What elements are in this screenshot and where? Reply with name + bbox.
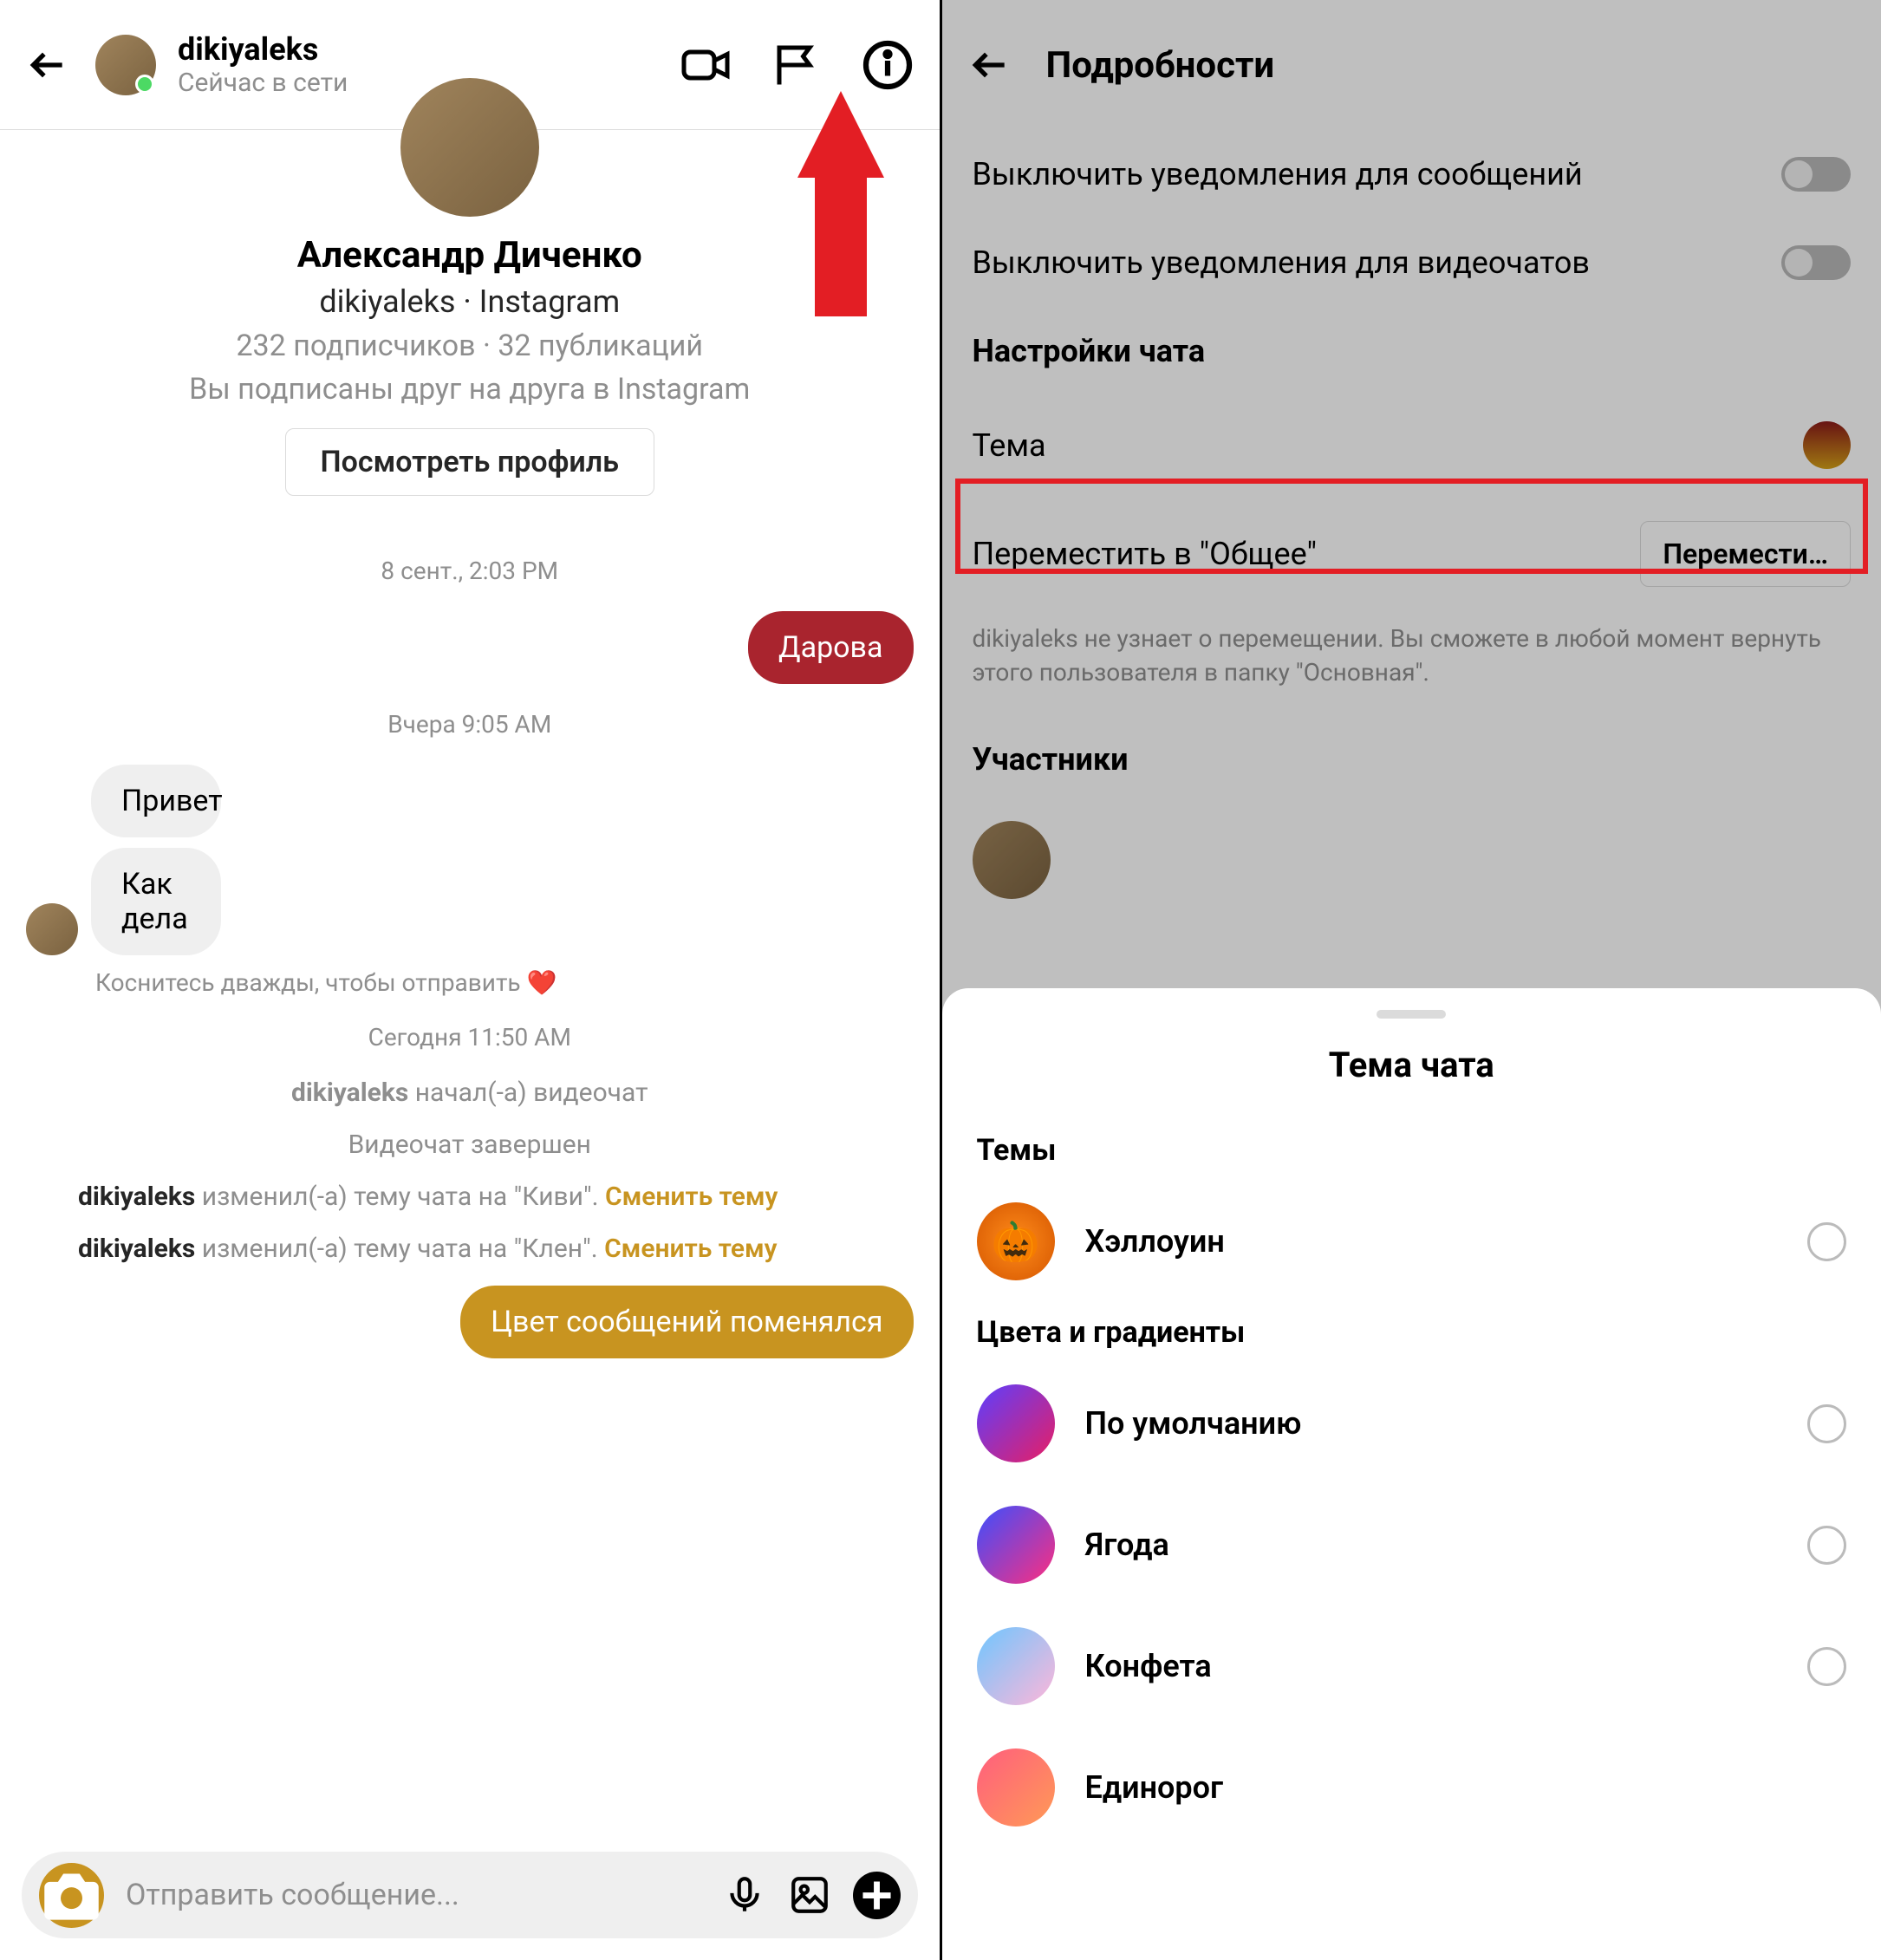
info-icon[interactable]: [862, 39, 914, 91]
sheet-title: Тема чата: [942, 1045, 1881, 1085]
theme-option-unicorn[interactable]: Единорог: [942, 1727, 1881, 1848]
header-actions: [680, 39, 914, 91]
theme-option-label: Ягода: [1085, 1527, 1778, 1563]
received-message[interactable]: Привет: [91, 765, 221, 837]
online-indicator-icon: [135, 75, 154, 94]
details-pane: Подробности Выключить уведомления для со…: [942, 0, 1881, 1960]
theme-option-berry[interactable]: Ягода: [942, 1484, 1881, 1605]
radio-button[interactable]: [1807, 1647, 1846, 1686]
candy-swatch-icon: [977, 1627, 1055, 1705]
camera-button[interactable]: [39, 1863, 104, 1928]
back-icon[interactable]: [26, 43, 69, 87]
sheet-handle[interactable]: [1377, 1010, 1446, 1019]
composer-input[interactable]: Отправить сообщение...: [126, 1878, 701, 1912]
sent-message[interactable]: Цвет сообщений поменялся: [460, 1286, 913, 1358]
flag-icon[interactable]: [771, 39, 823, 91]
theme-option-candy[interactable]: Конфета: [942, 1605, 1881, 1727]
sheet-section-label: Цвета и градиенты: [942, 1302, 1881, 1363]
timestamp: 8 сент., 2:03 PM: [26, 557, 914, 585]
user-status: Сейчас в сети: [178, 68, 680, 98]
sent-message[interactable]: Дарова: [748, 611, 913, 684]
change-theme-link[interactable]: Сменить тему: [605, 1182, 778, 1212]
timestamp: Вчера 9:05 AM: [26, 710, 914, 739]
profile-meta: dikiyaleks · Instagram: [35, 283, 905, 320]
like-hint: Коснитесь дважды, чтобы отправить ❤️: [95, 968, 914, 997]
radio-button[interactable]: [1807, 1404, 1846, 1443]
system-message: dikiyaleks начал(-а) видеочат: [26, 1078, 914, 1108]
chat-pane: dikiyaleks Сейчас в сети Александр Дичен…: [0, 0, 942, 1960]
unicorn-swatch-icon: [977, 1748, 1055, 1827]
username: dikiyaleks: [178, 31, 680, 68]
avatar[interactable]: [95, 35, 156, 95]
profile-stats: 232 подписчиков · 32 публикаций: [35, 329, 905, 363]
theme-option-label: Хэллоуин: [1085, 1223, 1778, 1260]
theme-option-label: Конфета: [1085, 1648, 1778, 1684]
theme-option-halloween[interactable]: Хэллоуин: [942, 1181, 1881, 1302]
system-user: dikiyaleks: [291, 1078, 408, 1108]
message-avatar[interactable]: [26, 903, 78, 955]
message-row: Цвет сообщений поменялся: [26, 1286, 914, 1358]
theme-change-message: dikiyaleks изменил(-а) тему чата на "Кле…: [26, 1234, 914, 1264]
theme-option-label: Единорог: [1085, 1769, 1847, 1806]
annotation-highlight-box: [955, 479, 1869, 574]
message-row: Дарова: [26, 611, 914, 684]
change-theme-link[interactable]: Сменить тему: [604, 1234, 778, 1264]
gallery-icon[interactable]: [788, 1873, 831, 1917]
system-message: Видеочат завершен: [26, 1130, 914, 1160]
berry-swatch-icon: [977, 1506, 1055, 1584]
theme-change-message: dikiyaleks изменил(-а) тему чата на "Кив…: [26, 1182, 914, 1212]
profile-avatar[interactable]: [400, 78, 539, 217]
composer: Отправить сообщение...: [22, 1852, 918, 1938]
header-user-info[interactable]: dikiyaleks Сейчас в сети: [178, 31, 680, 98]
theme-option-default[interactable]: По умолчанию: [942, 1363, 1881, 1484]
mic-icon[interactable]: [723, 1873, 766, 1917]
video-call-icon[interactable]: [680, 39, 732, 91]
sheet-section-label: Темы: [942, 1120, 1881, 1181]
profile-note: Вы подписаны друг на друга в Instagram: [35, 372, 905, 407]
received-message[interactable]: Как дела: [91, 848, 221, 955]
add-button[interactable]: [853, 1872, 901, 1919]
theme-bottom-sheet: Тема чата Темы Хэллоуин Цвета и градиент…: [942, 988, 1881, 1960]
default-swatch-icon: [977, 1384, 1055, 1462]
profile-name: Александр Диченко: [35, 234, 905, 277]
theme-option-label: По умолчанию: [1085, 1405, 1778, 1442]
chat-body: 8 сент., 2:03 PM Дарова Вчера 9:05 AM Пр…: [0, 513, 940, 1386]
annotation-arrow-icon: [797, 91, 884, 316]
radio-button[interactable]: [1807, 1222, 1846, 1261]
message-row: Привет Как дела: [26, 765, 914, 955]
timestamp: Сегодня 11:50 AM: [26, 1023, 914, 1052]
view-profile-button[interactable]: Посмотреть профиль: [285, 428, 654, 496]
halloween-swatch-icon: [977, 1202, 1055, 1280]
radio-button[interactable]: [1807, 1526, 1846, 1565]
